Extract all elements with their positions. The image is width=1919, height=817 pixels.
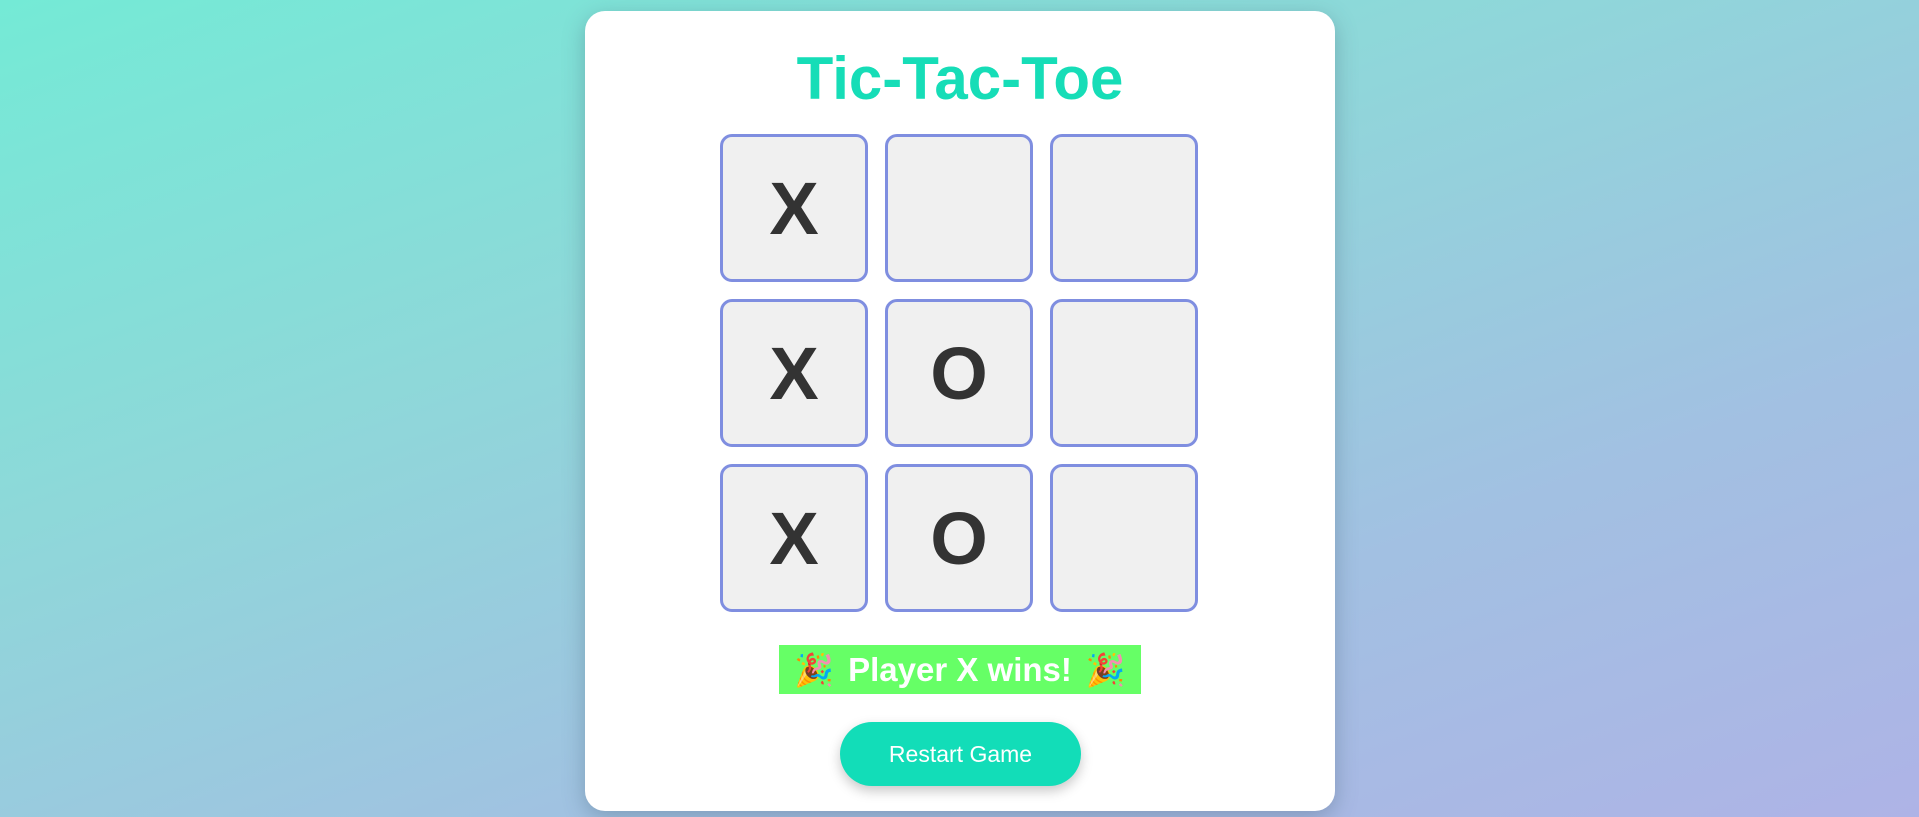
winner-message: Player X wins! xyxy=(848,650,1072,688)
board-cell-r3-c3[interactable] xyxy=(1050,464,1198,612)
board-cell-r1-c3[interactable] xyxy=(1050,134,1198,282)
board-cell-r2-c3[interactable] xyxy=(1050,299,1198,447)
board-cell-r1-c1[interactable]: X xyxy=(720,134,868,282)
board-cell-r3-c1[interactable]: X xyxy=(720,464,868,612)
board-cell-r1-c2[interactable] xyxy=(885,134,1033,282)
party-popper-icon: 🎉 xyxy=(794,651,835,688)
restart-game-button[interactable]: Restart Game xyxy=(840,722,1081,786)
party-popper-icon: 🎉 xyxy=(1085,651,1126,688)
board-cell-r2-c2[interactable]: O xyxy=(885,299,1033,447)
winner-banner: 🎉 Player X wins! 🎉 xyxy=(779,645,1141,694)
game-title: Tic-Tac-Toe xyxy=(796,45,1124,112)
game-card: Tic-Tac-Toe X X O X O 🎉 Player X wins! 🎉… xyxy=(585,11,1335,811)
board-cell-r2-c1[interactable]: X xyxy=(720,299,868,447)
board-cell-r3-c2[interactable]: O xyxy=(885,464,1033,612)
game-board: X X O X O xyxy=(720,134,1202,616)
